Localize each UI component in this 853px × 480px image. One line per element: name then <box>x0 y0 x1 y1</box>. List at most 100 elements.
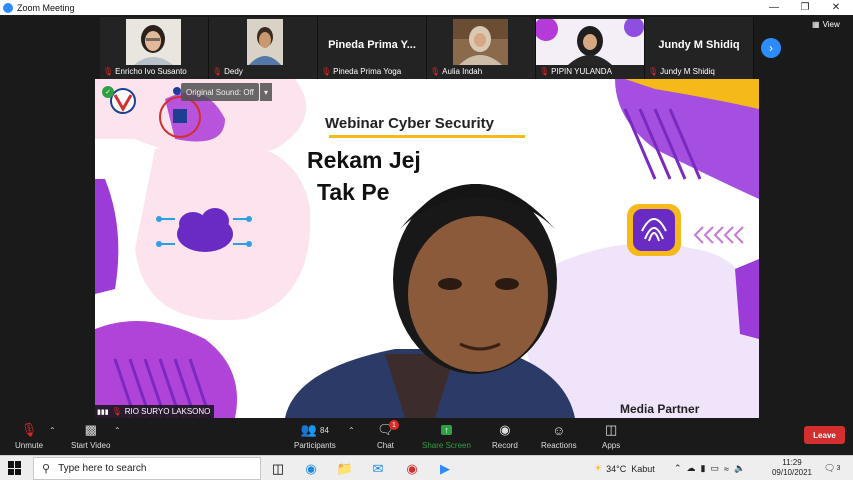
participant-label: 🎙 Pineda Prima Yoga <box>321 66 401 77</box>
participant-strip: 🎙 Enricho Ivo Susanto 🎙 Dedy Pineda Prim… <box>100 17 755 79</box>
battery-icon[interactable]: ▭ <box>711 463 720 474</box>
slide-heading-line2: Tak Pe <box>317 179 390 205</box>
signal-bars-icon: ▮▮▮ <box>97 408 109 416</box>
original-sound-dropdown[interactable]: ▾ <box>260 83 272 101</box>
task-view-icon[interactable]: ◫ <box>267 459 289 479</box>
share-screen-icon: ↑ <box>441 422 452 438</box>
participants-label: Participants <box>294 441 336 450</box>
minimize-button[interactable]: — <box>759 0 789 15</box>
clock-date: 09/10/2021 <box>771 468 813 477</box>
speaker-name: RIO SURYO LAKSONO <box>124 407 211 416</box>
mic-muted-icon: 🎙 <box>539 67 550 76</box>
taskbar-search[interactable]: ⚲ <box>33 457 261 480</box>
participant-label: 🎙 Jundy M Shidiq <box>648 66 715 77</box>
view-button[interactable]: ▦ View <box>812 20 840 29</box>
leave-button[interactable]: Leave <box>804 426 845 444</box>
speaker-figure <box>285 184 575 418</box>
participant-video <box>126 19 181 65</box>
active-speaker-video[interactable]: ✓ Original Sound: Off ▾ Webinar Cyber Se… <box>95 79 759 418</box>
volume-icon[interactable]: 🔈 <box>734 463 745 474</box>
participant-display-name: Pineda Prima Y... <box>328 39 416 51</box>
windows-taskbar: ⚲ ◫ ◉ 📁 ✉ ◉ ▶ ☀ 34°C Kabut ⌃ ☁ ▮ ▭ ≈ 🔈 1… <box>0 455 853 480</box>
unmute-label: Unmute <box>15 441 44 450</box>
maximize-button[interactable]: ❐ <box>790 0 820 15</box>
participant-tile[interactable]: 🎙 Dedy <box>209 17 318 79</box>
notification-center[interactable]: 🗨 3 <box>824 456 840 480</box>
start-video-label: Start Video <box>71 441 111 450</box>
participant-label: 🎙 Dedy <box>212 66 243 77</box>
participants-button[interactable]: 👥 84 Participants <box>294 422 336 450</box>
file-explorer-icon[interactable]: 📁 <box>334 459 356 479</box>
video-off-icon: ▩ <box>84 422 97 437</box>
university-logo <box>110 88 136 114</box>
original-sound-toggle[interactable]: Original Sound: Off <box>181 83 259 101</box>
mic-muted-icon: 🎙 <box>430 67 441 76</box>
mic-muted-icon: 🎙 <box>212 67 223 76</box>
start-video-button[interactable]: ▩ Start Video <box>71 422 110 450</box>
participant-tile[interactable]: Jundy M Shidiq 🎙 Jundy M Shidiq <box>645 17 754 79</box>
weather-temp: 34°C <box>606 463 627 474</box>
edge-icon[interactable]: ◉ <box>300 459 322 479</box>
taskbar-clock[interactable]: 11:29 09/10/2021 <box>770 458 814 478</box>
audio-options-caret[interactable]: ⌃ <box>49 426 56 435</box>
participants-icon: 👥 84 <box>300 422 329 437</box>
participant-name: Aulia Indah <box>442 67 483 76</box>
meeting-toolbar: 🎙 Unmute ⌃ ▩ Start Video ⌃ 👥 84 Participa… <box>0 418 853 455</box>
share-screen-button[interactable]: ↑ Share Screen <box>422 422 471 450</box>
participant-label: 🎙 Enricho Ivo Susanto <box>103 66 187 77</box>
original-sound-label: Original Sound: Off <box>186 87 254 97</box>
chevron-up-icon[interactable]: ⌃ <box>674 463 682 474</box>
notification-count: 3 <box>836 465 841 472</box>
participant-display-name: Jundy M Shidiq <box>658 39 740 51</box>
share-screen-label: Share Screen <box>422 441 471 450</box>
close-button[interactable]: ✕ <box>821 0 851 15</box>
apps-button[interactable]: ◫ Apps <box>602 422 620 450</box>
participants-options-caret[interactable]: ⌃ <box>348 426 355 435</box>
mail-icon[interactable]: ✉ <box>367 459 389 479</box>
participant-name: Pineda Prima Yoga <box>333 67 402 76</box>
notification-icon: 🗨 <box>824 463 836 473</box>
chrome-icon[interactable]: ◉ <box>401 459 423 479</box>
participant-tile[interactable]: 🎙 Aulia Indah <box>427 17 536 79</box>
apps-icon: ◫ <box>604 422 618 437</box>
apps-label: Apps <box>602 441 621 450</box>
security-shield-icon: ✓ <box>102 86 114 98</box>
participant-tile[interactable]: 🎙 Enricho Ivo Susanto <box>100 17 209 79</box>
speaker-label: ▮▮▮ 🎙 RIO SURYO LAKSONO <box>95 405 215 418</box>
search-input[interactable] <box>58 463 239 474</box>
slide-title: Webinar Cyber Security <box>325 115 494 132</box>
usb-icon[interactable]: ▮ <box>701 463 706 474</box>
title-bar: Zoom Meeting — ❐ ✕ <box>0 0 853 15</box>
reactions-button[interactable]: ☺ Reactions <box>541 422 577 451</box>
zoom-taskbar-icon[interactable]: ▶ <box>434 459 456 479</box>
weather-icon: ☀ <box>594 463 603 473</box>
chat-badge: 1 <box>389 420 399 430</box>
mic-muted-icon: 🎙 <box>648 67 659 76</box>
participant-tile[interactable]: 🎙 PIPIN YULANDA <box>536 17 645 79</box>
windows-start-icon[interactable] <box>8 461 22 475</box>
participant-name: Jundy M Shidiq <box>660 67 715 76</box>
weather-desc: Kabut <box>631 463 655 474</box>
zoom-window: Zoom Meeting — ❐ ✕ 🎙 Enricho Ivo Susanto <box>0 0 853 480</box>
participant-video <box>536 19 644 65</box>
weather-widget[interactable]: ☀ 34°C Kabut <box>594 456 655 480</box>
reactions-icon: ☺ <box>552 422 566 438</box>
participant-video <box>453 19 508 65</box>
view-label: View <box>822 20 840 29</box>
participants-count: 84 <box>320 425 329 435</box>
next-page-button[interactable]: › <box>761 38 781 58</box>
participant-tile[interactable]: Pineda Prima Y... 🎙 Pineda Prima Yoga <box>318 17 427 79</box>
record-button[interactable]: ◉ Record <box>492 422 518 450</box>
reactions-label: Reactions <box>541 441 577 450</box>
chat-button[interactable]: 🗨 1 Chat <box>377 420 399 450</box>
mic-muted-icon: 🎙 <box>321 67 332 76</box>
system-tray: ⌃ ☁ ▮ ▭ ≈ 🔈 <box>674 456 745 480</box>
unmute-button[interactable]: 🎙 Unmute <box>15 422 43 450</box>
video-options-caret[interactable]: ⌃ <box>114 426 121 435</box>
wifi-icon[interactable]: ≈ <box>724 464 729 474</box>
participant-name: Enricho Ivo Susanto <box>115 67 187 76</box>
meeting-area: 🎙 Enricho Ivo Susanto 🎙 Dedy Pineda Prim… <box>0 15 853 418</box>
mic-muted-icon: 🎙 <box>111 407 122 416</box>
media-partner-label: Media Partner <box>620 402 700 416</box>
cloud-sync-icon[interactable]: ☁ <box>687 463 696 474</box>
